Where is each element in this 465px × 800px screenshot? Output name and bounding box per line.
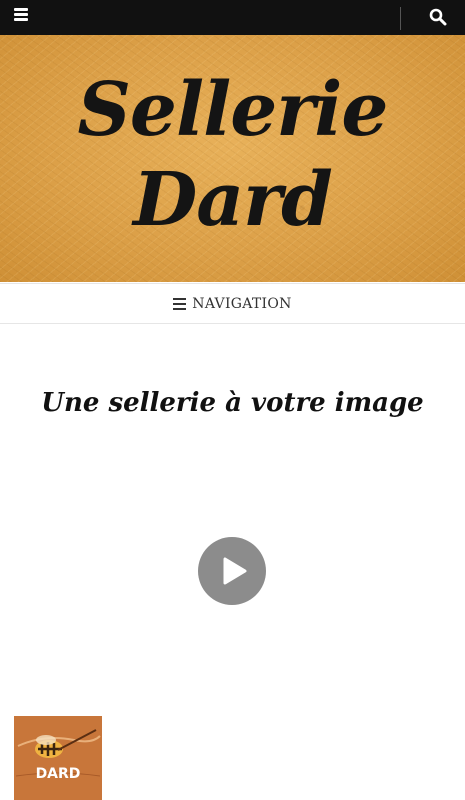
page-title: Une sellerie à votre image xyxy=(41,388,424,418)
video-play-button[interactable] xyxy=(198,537,266,605)
hamburger-icon-bar xyxy=(14,13,28,16)
search-button[interactable] xyxy=(429,8,447,26)
header-banner[interactable]: Sellerie Dard xyxy=(0,35,465,282)
navigation-toggle[interactable]: NAVIGATION xyxy=(0,284,465,324)
site-title-line2: Dard xyxy=(133,157,333,243)
top-bar xyxy=(0,0,465,35)
logo-graphic xyxy=(14,716,102,800)
navigation-bar: NAVIGATION xyxy=(0,283,465,324)
play-icon xyxy=(223,557,247,585)
logo-image[interactable]: DARD xyxy=(14,716,102,800)
menu-button[interactable] xyxy=(14,8,28,22)
divider xyxy=(400,7,401,30)
hamburger-icon xyxy=(14,8,28,11)
site-title-line1: Sellerie xyxy=(77,67,388,153)
hamburger-icon-bar xyxy=(14,18,28,21)
search-icon xyxy=(429,8,447,26)
hamburger-icon xyxy=(173,298,187,310)
navigation-label: NAVIGATION xyxy=(192,296,292,312)
logo-text: DARD xyxy=(35,766,81,782)
